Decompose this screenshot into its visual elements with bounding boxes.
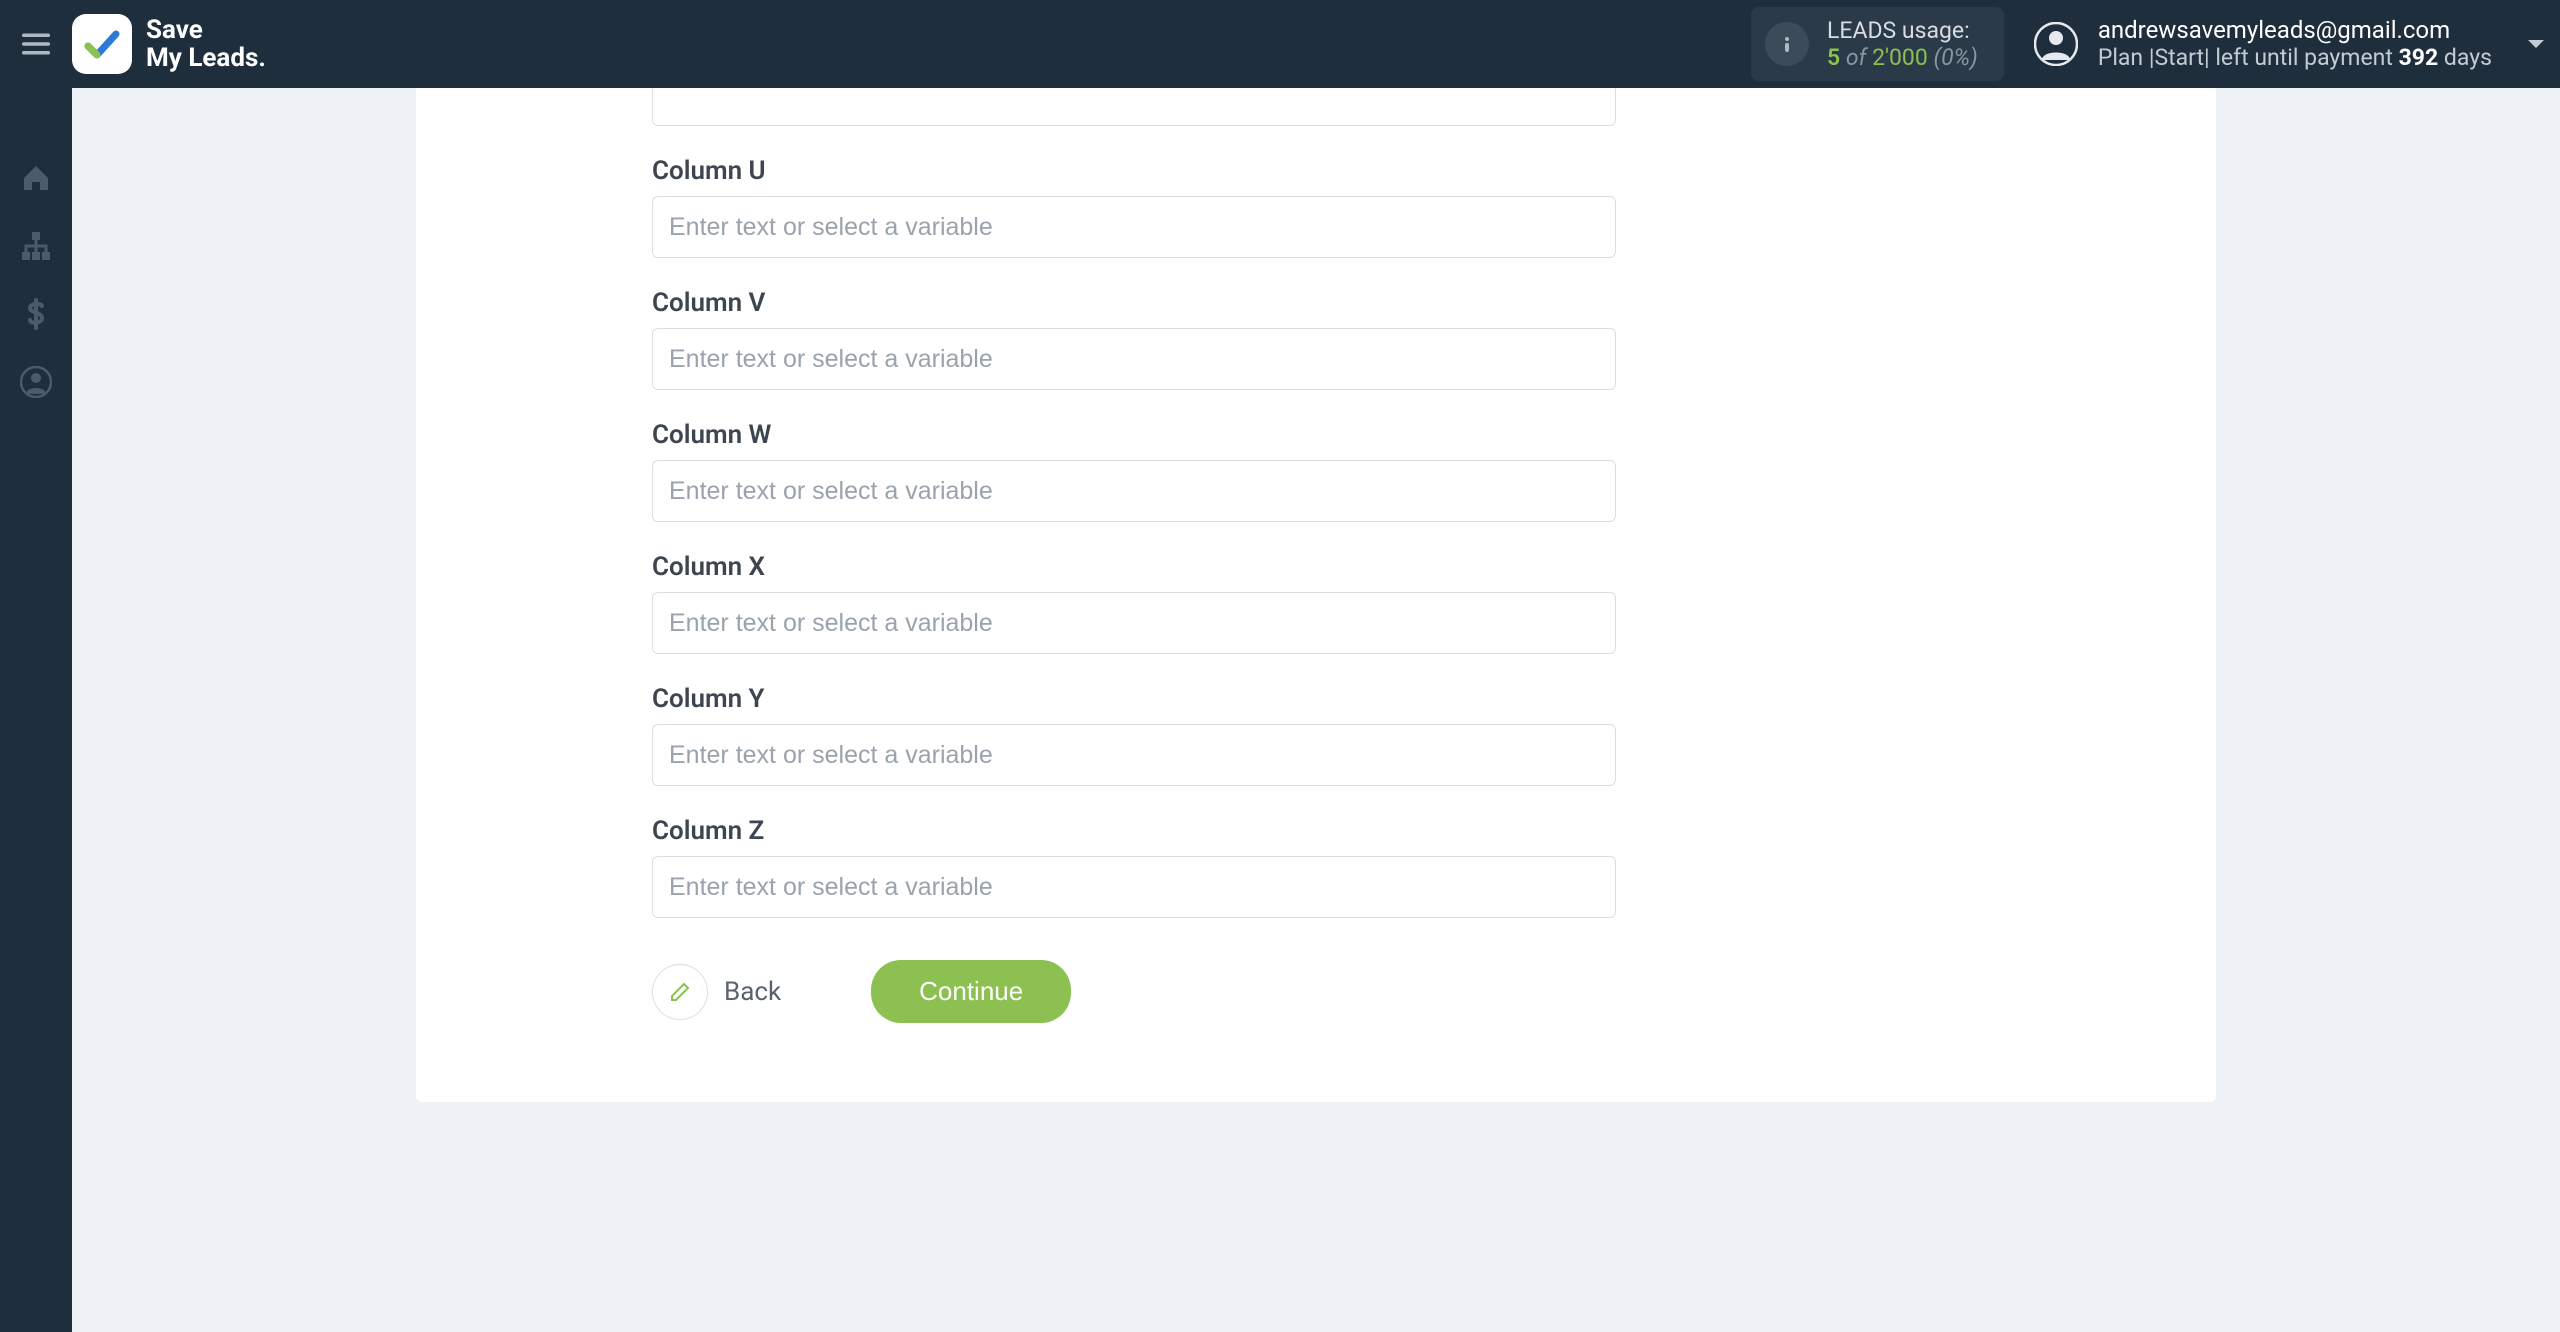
field-label: Column W [652, 420, 1980, 450]
main-content: Column U Column V Column W Column X Colu… [72, 88, 2560, 1332]
user-avatar-icon [2034, 22, 2078, 66]
account-email: andrewsavemyleads@gmail.com [2098, 17, 2492, 44]
field-group-column-y: Column Y [652, 684, 1980, 786]
usage-label: LEADS usage: [1827, 17, 1978, 44]
actions-row: Back Continue [652, 960, 1980, 1023]
field-label: Column U [652, 156, 1980, 186]
plan-days-count: 392 [2399, 44, 2439, 71]
column-w-input[interactable] [652, 460, 1616, 522]
field-group-column-u: Column U [652, 156, 1980, 258]
usage-values: 5 of 2'000 (0%) [1827, 44, 1978, 71]
home-icon [20, 162, 52, 194]
sidebar-item-home[interactable] [0, 144, 72, 212]
field-group-column-z: Column Z [652, 816, 1980, 918]
back-icon-circle [652, 964, 708, 1020]
field-label: Column X [652, 552, 1980, 582]
account-text: andrewsavemyleads@gmail.com Plan |Start|… [2098, 17, 2492, 71]
checkmark-logo-icon [82, 24, 122, 64]
hamburger-menu-button[interactable] [0, 0, 72, 88]
field-label: Column Z [652, 816, 1980, 846]
sidebar-item-account[interactable] [0, 348, 72, 416]
back-label: Back [724, 977, 781, 1007]
account-menu-toggle[interactable] [2512, 0, 2560, 88]
topbar: Save My Leads. LEADS usage: 5 of 2'000 (… [0, 0, 2560, 88]
field-group-column-x: Column X [652, 552, 1980, 654]
form-card: Column U Column V Column W Column X Colu… [416, 88, 2216, 1102]
brand-text: Save My Leads. [146, 16, 266, 72]
brand-line1: Save [146, 16, 266, 44]
usage-used: 5 [1827, 44, 1840, 71]
pencil-icon [668, 980, 692, 1004]
brand-logo[interactable]: Save My Leads. [72, 14, 266, 74]
column-x-input[interactable] [652, 592, 1616, 654]
field-group-column-v: Column V [652, 288, 1980, 390]
back-button[interactable]: Back [652, 964, 781, 1020]
continue-button[interactable]: Continue [871, 960, 1071, 1023]
column-v-input[interactable] [652, 328, 1616, 390]
brand-line2: My Leads. [146, 44, 266, 72]
form-area: Column U Column V Column W Column X Colu… [416, 88, 2216, 1023]
chevron-down-icon [2524, 32, 2548, 56]
field-group-column-w: Column W [652, 420, 1980, 522]
column-z-input[interactable] [652, 856, 1616, 918]
column-t-field[interactable] [652, 88, 1616, 126]
field-label: Column Y [652, 684, 1980, 714]
usage-pct: (0%) [1934, 44, 1978, 71]
plan-days-word: days [2444, 44, 2492, 71]
hamburger-icon [22, 33, 50, 55]
user-icon [20, 366, 52, 398]
usage-limit: 2'000 [1872, 44, 1928, 71]
plan-prefix: Plan |Start| left until payment [2098, 44, 2393, 71]
sitemap-icon [20, 230, 52, 262]
usage-pill[interactable]: LEADS usage: 5 of 2'000 (0%) [1751, 7, 2004, 81]
account-menu[interactable]: andrewsavemyleads@gmail.com Plan |Start|… [2032, 17, 2492, 71]
logo-tile [72, 14, 132, 74]
info-icon [1777, 34, 1797, 54]
avatar [2032, 20, 2080, 68]
column-u-input[interactable] [652, 196, 1616, 258]
dollar-icon [20, 298, 52, 330]
sidebar [0, 88, 72, 1332]
usage-text: LEADS usage: 5 of 2'000 (0%) [1827, 17, 1978, 71]
sidebar-item-billing[interactable] [0, 280, 72, 348]
column-y-input[interactable] [652, 724, 1616, 786]
usage-of: of [1846, 44, 1866, 71]
field-label: Column V [652, 288, 1980, 318]
account-plan-line: Plan |Start| left until payment 392 days [2098, 44, 2492, 71]
sidebar-item-connections[interactable] [0, 212, 72, 280]
info-icon-circle [1765, 22, 1809, 66]
